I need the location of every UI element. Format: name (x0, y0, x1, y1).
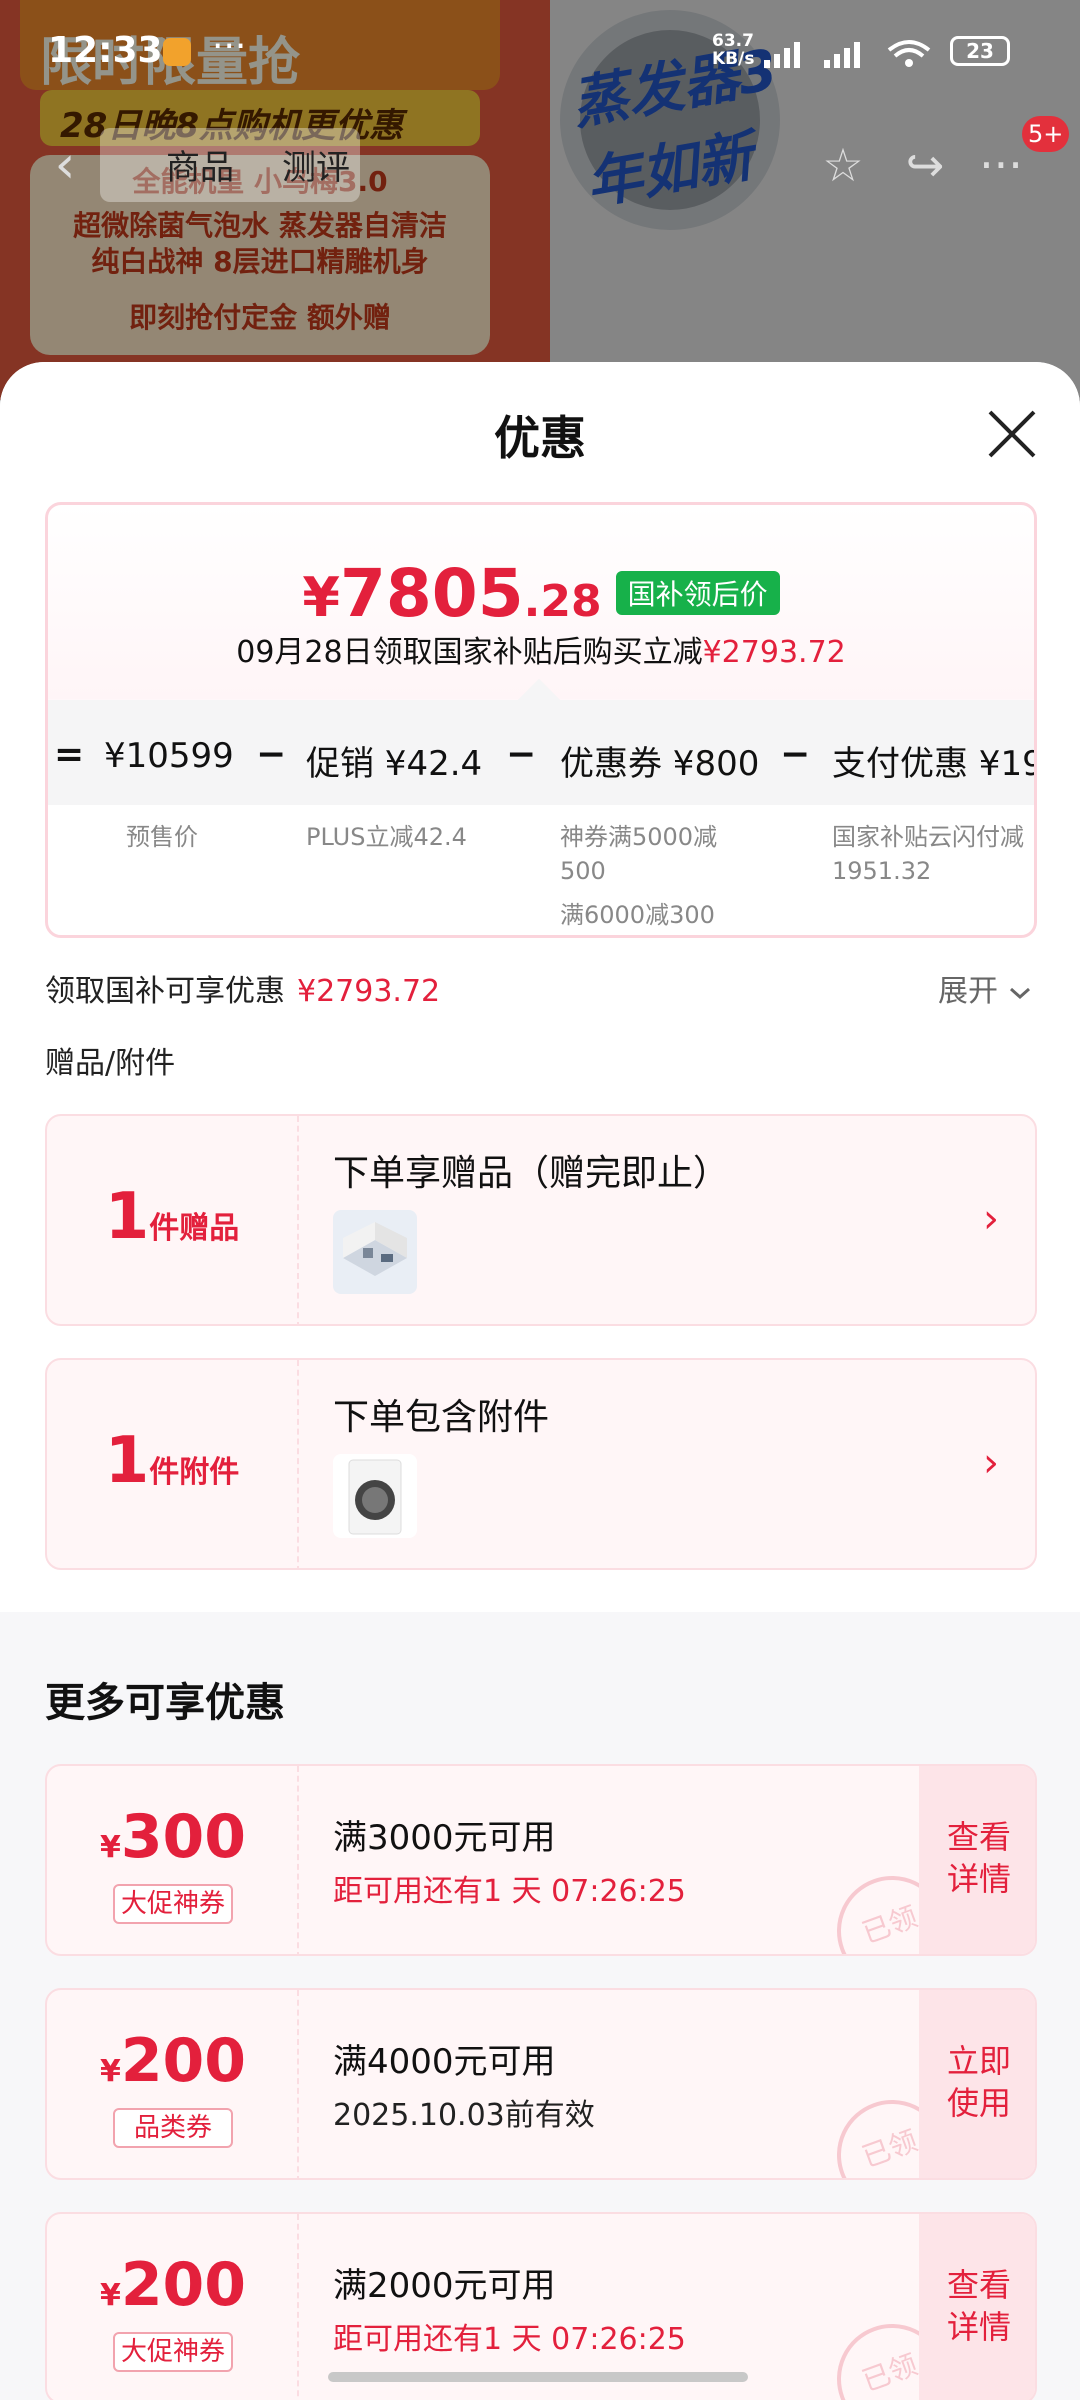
coupon-yen: ¥ (99, 1830, 121, 1865)
accessory-title: 下单包含附件 (333, 1397, 550, 1438)
coupon-condition: 满3000元可用 (333, 1818, 556, 1858)
close-icon[interactable] (984, 406, 1040, 462)
coupon-value: ¥300 大促神券 (47, 1766, 299, 1954)
battery-indicator: 23 (950, 36, 1010, 66)
expand-label: 展开 (938, 974, 998, 1009)
final-price-decimal: .28 (523, 576, 602, 627)
coupon-amount-num: 200 (120, 2250, 247, 2320)
accessory-count-num: 1 (104, 1424, 150, 1498)
coupon-value: ¥200 品类券 (47, 1990, 299, 2178)
price-breakdown-card: ¥7805.28 国补领后价 09月28日领取国家补贴后购买立减¥2793.72 … (45, 502, 1037, 938)
nation-subsidy-amount: ¥2793.72 (297, 974, 441, 1009)
cart-count-badge: 5+ (1022, 116, 1070, 152)
coupon-type-tag: 大促神券 (113, 1884, 233, 1924)
accessory-count: 1件附件 (47, 1360, 299, 1568)
coupon-condition: 满4000元可用 (333, 2042, 556, 2082)
subsidy-price-tag: 国补领后价 (615, 571, 780, 615)
coupon-card[interactable]: ¥200 品类券 满4000元可用 2025.10.03前有效 已领 立即使用 (45, 1988, 1037, 2180)
breakdown-coupon: 优惠券 ¥800 (560, 744, 760, 784)
coupon-expiry: 2025.10.03前有效 (333, 2098, 595, 2133)
final-price-description: 09月28日领取国家补贴后购买立减¥2793.72 (48, 627, 1034, 671)
status-bar: 12:33 ··· 63.7 KB/s 23 (0, 0, 1080, 100)
accessory-count-unit: 件附件 (149, 1455, 240, 1490)
chevron-right-icon: › (983, 1440, 999, 1486)
wifi-icon (887, 40, 931, 67)
breakdown-op: − (506, 734, 537, 775)
expand-button[interactable]: 展开 (938, 966, 1032, 1010)
breakdown-payment: 支付优惠 ¥19 (832, 744, 1037, 784)
final-price-yen: ¥ (302, 566, 340, 629)
breakdown-payment-sub-1: 国家补贴云闪付减 (832, 823, 1024, 851)
favorite-star-icon[interactable]: ☆ (808, 130, 878, 200)
view-details-button[interactable]: 查看详情 (919, 1766, 1035, 1954)
network-speed: 63.7 KB/s (712, 32, 754, 68)
breakdown-coupon-sub-3: 满6000减300 (560, 901, 715, 929)
gift-count-unit: 件赠品 (149, 1211, 240, 1246)
view-details-label: 查看详情 (946, 2266, 1011, 2346)
coupon-amount: ¥200 (47, 2250, 299, 2320)
cell-signal-2-icon (824, 42, 860, 68)
accessory-card[interactable]: 1件附件 下单包含附件 › (45, 1358, 1037, 1570)
gift-card[interactable]: 1件赠品 下单享赠品（赠完即止） › (45, 1114, 1037, 1326)
breakdown-payment-sub-2: 1951.32 (832, 857, 932, 885)
gifts-section-title: 赠品/附件 (45, 1046, 176, 1081)
share-icon[interactable]: ↪ (890, 130, 960, 200)
net-speed-value: 63.7 (712, 31, 754, 51)
breakdown-presale-sub: 预售价 (126, 823, 198, 851)
breakdown-coupon-sub-2: 500 (560, 857, 606, 885)
gift-title: 下单享赠品（赠完即止） (333, 1153, 730, 1194)
final-price-desc-amount: ¥2793.72 (702, 635, 846, 670)
coupon-type-tag: 大促神券 (113, 2332, 233, 2372)
nation-subsidy-row: 领取国补可享优惠 ¥2793.72 (45, 966, 440, 1010)
coupon-countdown: 距可用还有1 天 07:26:25 (333, 2322, 686, 2357)
gift-thumbnail (333, 1210, 417, 1294)
view-details-button[interactable]: 查看详情 (919, 2214, 1035, 2400)
cell-signal-1-icon (764, 42, 800, 68)
tab-review[interactable]: 测评 (282, 140, 350, 189)
coupon-amount: ¥300 (47, 1802, 299, 1872)
nation-subsidy-label: 领取国补可享优惠 (45, 974, 285, 1009)
final-price: ¥7805.28 国补领后价 (48, 555, 1034, 632)
gift-count: 1件赠品 (47, 1116, 299, 1324)
breakdown-promotion: 促销 ¥42.4 (306, 744, 483, 784)
back-arrow-icon[interactable]: ‹ (30, 130, 100, 200)
price-breakdown-strip[interactable]: = ¥10599 − 促销 ¥42.4 − 优惠券 ¥800 − 支付优惠 ¥1… (48, 700, 1034, 805)
final-price-integer: 7805 (339, 555, 524, 632)
status-time: 12:33 (48, 30, 163, 71)
chevron-down-icon (1009, 987, 1030, 1000)
breakdown-op: − (780, 734, 811, 775)
more-offers-title: 更多可享优惠 (45, 1680, 285, 1726)
sheet-title: 优惠 (494, 411, 586, 465)
product-nav-bar: ‹ 商品 测评 ☆ ↪ ··· 5+ (0, 116, 1080, 210)
home-indicator[interactable] (328, 2372, 748, 2382)
coupon-condition: 满2000元可用 (333, 2266, 556, 2306)
chevron-right-icon: › (983, 1196, 999, 1242)
breakdown-coupon-sub-1: 神券满5000减 (560, 823, 718, 851)
coupon-amount-num: 300 (120, 1802, 247, 1872)
use-now-button[interactable]: 立即使用 (919, 1990, 1035, 2178)
coupon-type-tag: 品类券 (113, 2108, 233, 2148)
tab-product[interactable]: 商品 (166, 140, 234, 189)
washer-thumbnail (333, 1454, 417, 1538)
final-price-desc-text: 09月28日领取国家补贴后购买立减 (236, 635, 703, 670)
coupon-amount-num: 200 (120, 2026, 247, 2096)
discount-sheet: 优惠 ¥7805.28 国补领后价 09月28日领取国家补贴后购买立减¥2793.… (0, 362, 1080, 2400)
use-now-label: 立即使用 (946, 2042, 1011, 2122)
coupon-yen: ¥ (99, 2054, 121, 2089)
breakdown-promotion-sub: PLUS立减42.4 (306, 823, 467, 851)
coupon-countdown: 距可用还有1 天 07:26:25 (333, 1874, 686, 1909)
breakdown-op: − (256, 734, 287, 775)
chat-notification-icon (163, 38, 191, 66)
coupon-value: ¥200 大促神券 (47, 2214, 299, 2400)
breakdown-op: = (54, 734, 85, 775)
coupon-yen: ¥ (99, 2278, 121, 2313)
coupon-amount: ¥200 (47, 2026, 299, 2096)
breakdown-presale-price: ¥10599 (104, 736, 234, 776)
view-details-label: 查看详情 (946, 1818, 1011, 1898)
gift-count-num: 1 (104, 1180, 150, 1254)
more-notifications-icon: ··· (212, 26, 247, 67)
coupon-card[interactable]: ¥300 大促神券 满3000元可用 距可用还有1 天 07:26:25 已领 … (45, 1764, 1037, 1956)
net-speed-unit: KB/s (712, 49, 755, 69)
